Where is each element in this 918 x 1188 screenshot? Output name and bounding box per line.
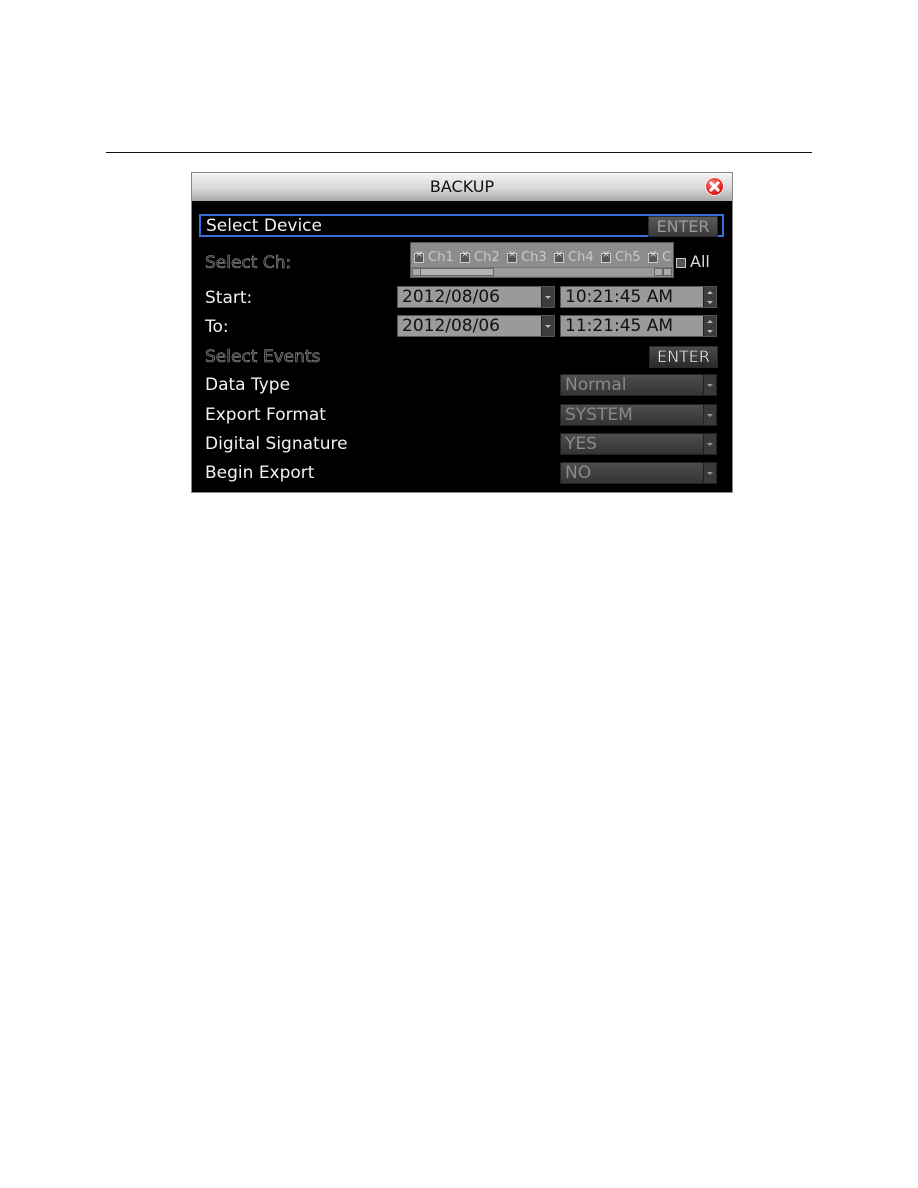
spin-updown-icon[interactable] <box>703 316 716 336</box>
close-icon[interactable] <box>705 177 724 196</box>
scroll-end-icon[interactable] <box>663 268 672 276</box>
select-device-row[interactable]: Select Device ENTER <box>199 214 724 237</box>
checkbox-icon <box>507 249 517 263</box>
checkbox-icon <box>554 249 564 263</box>
select-device-enter-button[interactable]: ENTER <box>648 216 718 237</box>
data-type-select[interactable]: Normal <box>560 374 717 396</box>
channel-list: Ch1 Ch2 Ch3 Ch4 Ch5 C <box>410 242 674 278</box>
select-events-label: Select Events <box>205 347 321 368</box>
to-time-spinner[interactable]: 11:21:45 AM <box>560 315 717 337</box>
channel-checkbox-ch4[interactable]: Ch4 <box>554 249 594 265</box>
select-all-checkbox[interactable]: All <box>676 252 710 271</box>
scroll-right-icon[interactable] <box>654 268 663 276</box>
export-format-select[interactable]: SYSTEM <box>560 404 717 426</box>
select-events-enter-button[interactable]: ENTER <box>649 346 718 368</box>
spin-updown-icon[interactable] <box>703 287 716 307</box>
begin-export-select[interactable]: NO <box>560 462 717 484</box>
select-channel-label: Select Ch: <box>205 253 292 274</box>
digital-signature-label: Digital Signature <box>205 434 348 454</box>
data-type-label: Data Type <box>205 375 291 395</box>
chevron-down-icon[interactable] <box>541 316 554 336</box>
begin-export-label: Begin Export <box>205 463 315 483</box>
to-label: To: <box>205 317 229 337</box>
chevron-down-icon <box>703 405 716 425</box>
chevron-down-icon <box>703 434 716 454</box>
to-date-picker[interactable]: 2012/08/06 <box>397 315 555 337</box>
select-device-label: Select Device <box>206 216 322 236</box>
channel-checkbox-ch2[interactable]: Ch2 <box>460 249 500 265</box>
channel-checkbox-ch1[interactable]: Ch1 <box>414 249 454 265</box>
channel-checkbox-ch6[interactable]: C <box>648 249 671 265</box>
start-time-spinner[interactable]: 10:21:45 AM <box>560 286 717 308</box>
checkbox-icon <box>676 257 686 268</box>
checkbox-icon <box>601 249 611 263</box>
digital-signature-select[interactable]: YES <box>560 433 717 455</box>
chevron-down-icon <box>703 463 716 483</box>
chevron-down-icon[interactable] <box>541 287 554 307</box>
start-label: Start: <box>205 288 253 308</box>
channel-checkbox-ch5[interactable]: Ch5 <box>601 249 641 265</box>
dialog-titlebar: BACKUP <box>192 173 732 201</box>
dialog-title: BACKUP <box>429 177 495 196</box>
chevron-down-icon <box>703 375 716 395</box>
page-header-rule <box>106 152 812 153</box>
scrollbar-thumb[interactable] <box>420 268 494 276</box>
channel-checkbox-ch3[interactable]: Ch3 <box>507 249 547 265</box>
channel-scrollbar[interactable] <box>412 267 672 276</box>
checkbox-icon <box>460 249 470 263</box>
checkbox-icon <box>648 249 658 263</box>
backup-dialog: BACKUP Select Device ENTER Select Ch: Ch… <box>191 172 733 493</box>
checkbox-icon <box>414 249 424 263</box>
start-date-picker[interactable]: 2012/08/06 <box>397 286 555 308</box>
export-format-label: Export Format <box>205 405 326 425</box>
